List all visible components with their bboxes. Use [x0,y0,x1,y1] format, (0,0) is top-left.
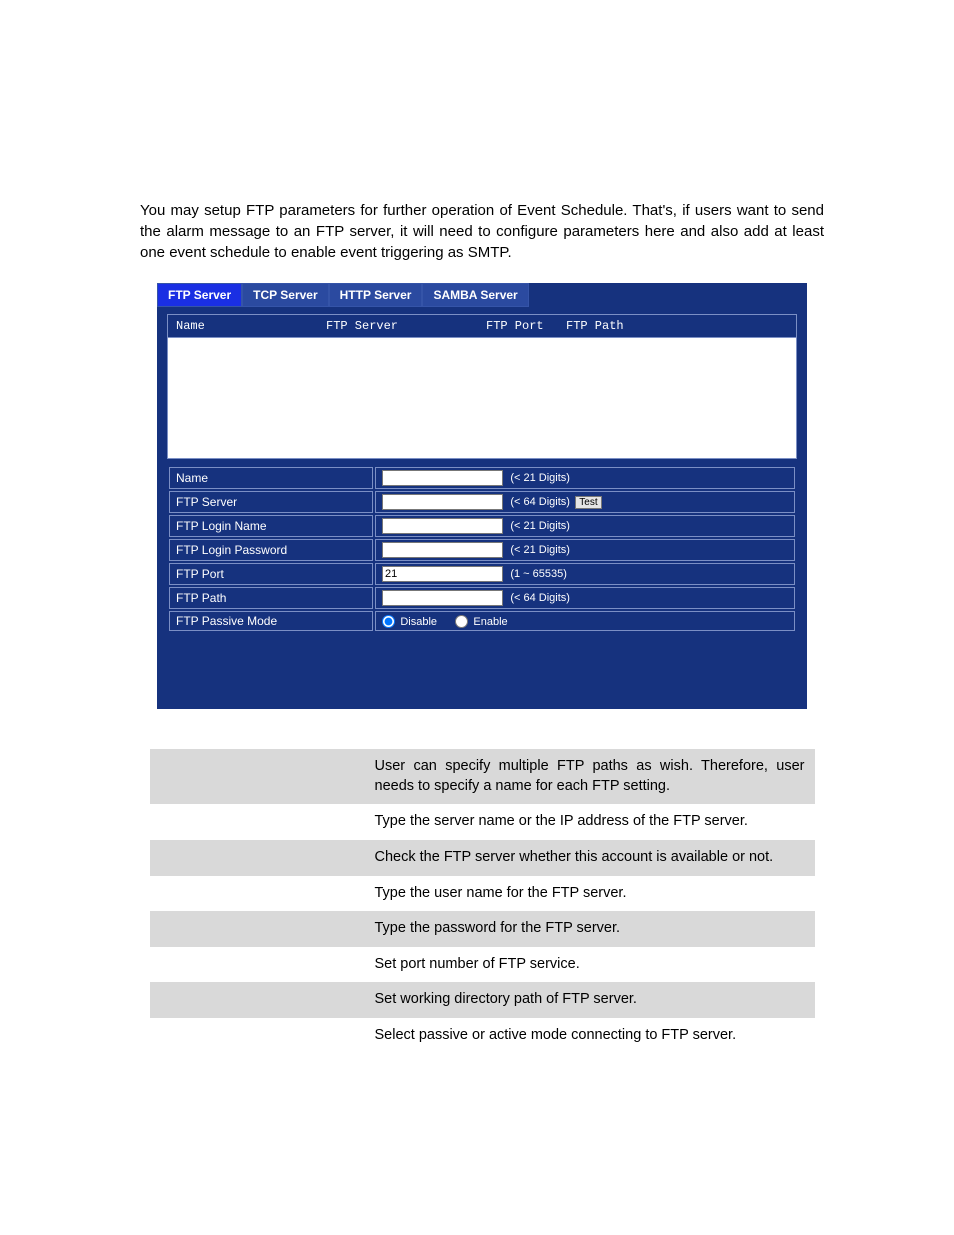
desc-text: Set working directory path of FTP server… [365,982,815,1018]
test-button[interactable]: Test [575,496,601,509]
label-name: Name [169,467,373,489]
label-path: FTP Path [169,587,373,609]
passive-mode-group: Disable Enable [382,614,788,628]
desc-text: Type the user name for the FTP server. [365,876,815,912]
desc-label [150,804,365,840]
tab-bar: FTP Server TCP Server HTTP Server SAMBA … [157,283,807,308]
desc-label [150,1018,365,1054]
table-row: Check the FTP server whether this accoun… [150,840,815,876]
table-row: Set port number of FTP service. [150,947,815,983]
table-row: Type the password for the FTP server. [150,911,815,947]
ftp-form: Name (< 21 Digits) FTP Server (< 64 Digi… [167,465,797,633]
description-table: User can specify multiple FTP paths as w… [150,749,815,1053]
desc-text: Type the server name or the IP address o… [365,804,815,840]
label-login-name: FTP Login Name [169,515,373,537]
tab-samba-server[interactable]: SAMBA Server [422,283,528,307]
ftp-config-panel: FTP Server TCP Server HTTP Server SAMBA … [157,283,807,709]
label-port: FTP Port [169,563,373,585]
hint-name: (< 21 Digits) [510,472,570,484]
desc-label [150,876,365,912]
tab-tcp-server[interactable]: TCP Server [242,283,328,307]
tab-http-server[interactable]: HTTP Server [329,283,423,307]
desc-label [150,749,365,804]
table-row: User can specify multiple FTP paths as w… [150,749,815,804]
desc-text: User can specify multiple FTP paths as w… [365,749,815,804]
hint-path: (< 64 Digits) [510,592,570,604]
col-server: FTP Server [326,319,486,333]
col-port: FTP Port [486,319,566,333]
desc-text: Set port number of FTP service. [365,947,815,983]
desc-text: Select passive or active mode connecting… [365,1018,815,1054]
table-row: Select passive or active mode connecting… [150,1018,815,1054]
label-server: FTP Server [169,491,373,513]
hint-port: (1 ~ 65535) [510,568,567,580]
hint-server: (< 64 Digits) [510,496,570,508]
table-row: Type the user name for the FTP server. [150,876,815,912]
input-login-password[interactable] [382,542,503,558]
hint-login-password: (< 21 Digits) [510,544,570,556]
col-name: Name [176,319,326,333]
tab-ftp-server[interactable]: FTP Server [157,283,242,307]
desc-label [150,982,365,1018]
list-body[interactable] [167,337,797,459]
table-row: Set working directory path of FTP server… [150,982,815,1018]
desc-label [150,947,365,983]
radio-disable-label: Disable [400,616,437,628]
table-row: Type the server name or the IP address o… [150,804,815,840]
radio-enable-label: Enable [473,616,507,628]
radio-disable[interactable] [382,615,395,628]
label-login-password: FTP Login Password [169,539,373,561]
label-passive: FTP Passive Mode [169,611,373,631]
desc-text: Check the FTP server whether this accoun… [365,840,815,876]
intro-text: You may setup FTP parameters for further… [140,200,824,263]
input-name[interactable] [382,470,503,486]
input-server[interactable] [382,494,503,510]
hint-login-name: (< 21 Digits) [510,520,570,532]
input-login-name[interactable] [382,518,503,534]
list-header: Name FTP Server FTP Port FTP Path [167,314,797,337]
desc-text: Type the password for the FTP server. [365,911,815,947]
desc-label [150,911,365,947]
desc-label [150,840,365,876]
col-path: FTP Path [566,319,686,333]
radio-enable[interactable] [455,615,468,628]
input-port[interactable] [382,566,503,582]
input-path[interactable] [382,590,503,606]
